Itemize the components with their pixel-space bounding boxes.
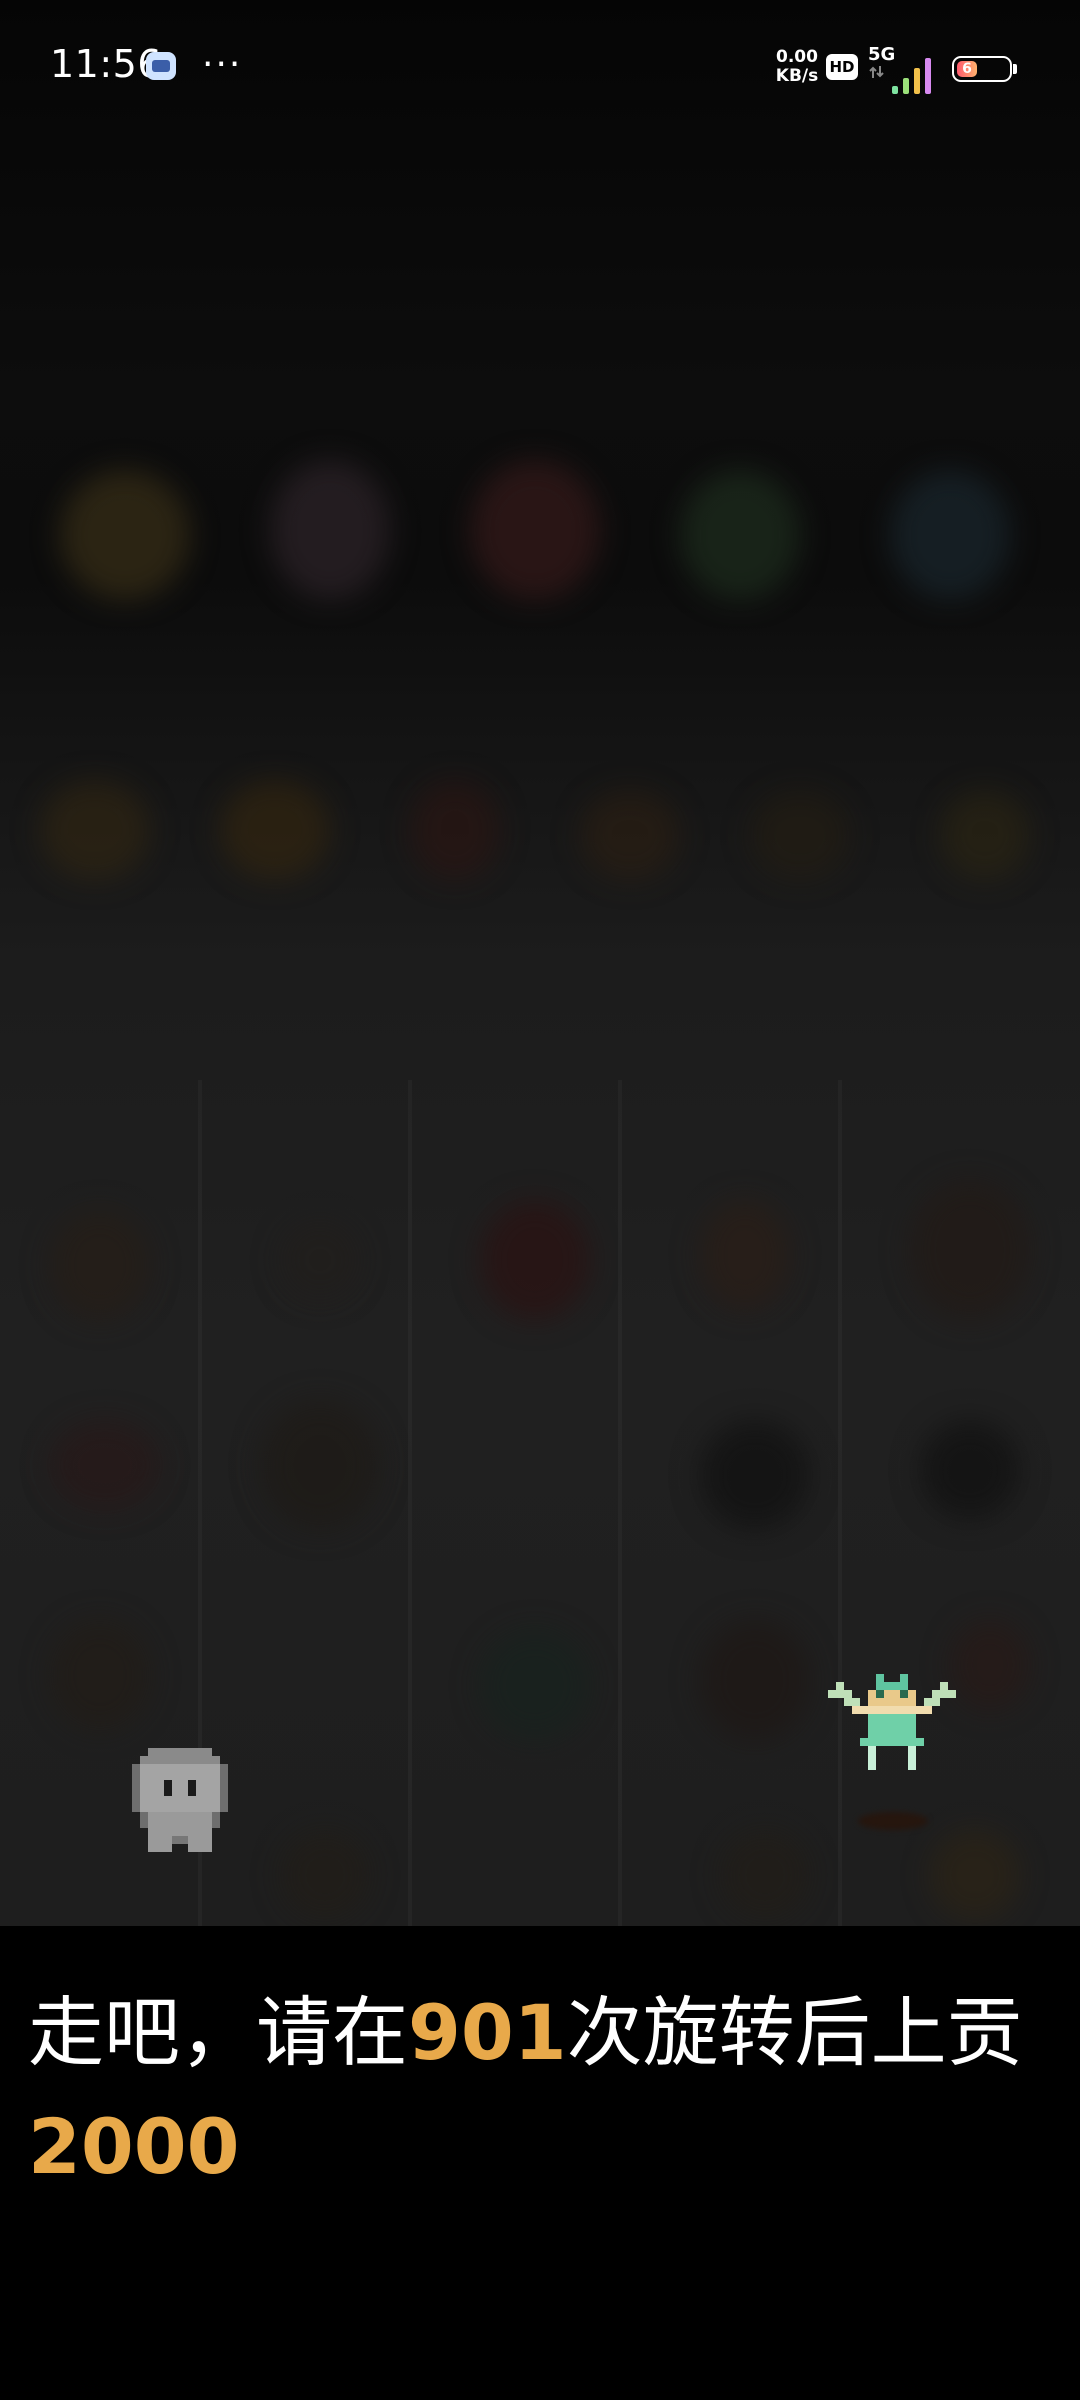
blurred-tile [700,1620,810,1740]
blurred-tile [720,1830,810,1920]
dialog-text-before: 走吧，请在 [28,1988,408,2077]
network-speed-value: 0.00 [776,47,818,67]
rotation-count: 901 [408,1988,567,2077]
blurred-tile [50,1210,150,1320]
battery-icon: 6 [952,56,1012,82]
blurred-tile [60,470,190,600]
blurred-tile [950,1620,1030,1710]
battery-level: 6 [957,61,977,77]
battery-cap [1013,64,1017,74]
blurred-tile [930,1830,1020,1920]
creature-shadow [858,1812,928,1830]
blurred-tile [750,790,850,880]
blurred-tile [480,1200,590,1320]
blurred-tile [680,470,800,600]
game-field[interactable] [0,0,1080,1926]
dialog-message: 走吧，请在901次旋转后上贡 2000 [28,1976,1052,2204]
blurred-tile [280,1220,360,1300]
blurred-tile [220,780,330,880]
blurred-tile [410,780,500,880]
notification-app-icon [146,52,176,80]
blurred-tile [920,1420,1020,1520]
blurred-tile [480,1630,590,1740]
blurred-tile [50,1420,160,1510]
blurred-tile [270,460,390,600]
dialog-text-middle: 次旋转后上贡 [566,1988,1023,2077]
more-notifications-icon: ··· [202,44,243,85]
blurred-tile [470,460,600,600]
blurred-tile [700,1420,810,1530]
blurred-tile [280,1830,370,1920]
blurred-tile [260,1400,380,1530]
tribute-amount: 2000 [28,2102,240,2191]
network-speed-unit: KB/s [775,66,819,86]
dialog-box[interactable]: 走吧，请在901次旋转后上贡 2000 [0,1926,1080,2400]
signal-strength-icon [892,58,931,94]
winged-creature-sprite[interactable] [828,1674,956,1778]
status-bar: 11:56 ··· 0.00 KB/s HD 5G 6 [0,0,1080,130]
hd-badge: HD [826,54,858,80]
blurred-tile [50,1620,150,1730]
blurred-tile [890,470,1010,600]
blurred-tile [40,780,150,880]
ghost-player-sprite[interactable] [132,1746,228,1862]
blurred-tile [700,1200,790,1310]
network-speed: 0.00 KB/s [772,48,822,86]
data-activity-icon [869,66,884,78]
blurred-tile [580,790,680,880]
blurred-tile [910,1180,1030,1320]
game-screen[interactable]: 11:56 ··· 0.00 KB/s HD 5G 6 走吧，请在901次旋转后… [0,0,1080,2400]
blurred-tile [940,790,1030,880]
